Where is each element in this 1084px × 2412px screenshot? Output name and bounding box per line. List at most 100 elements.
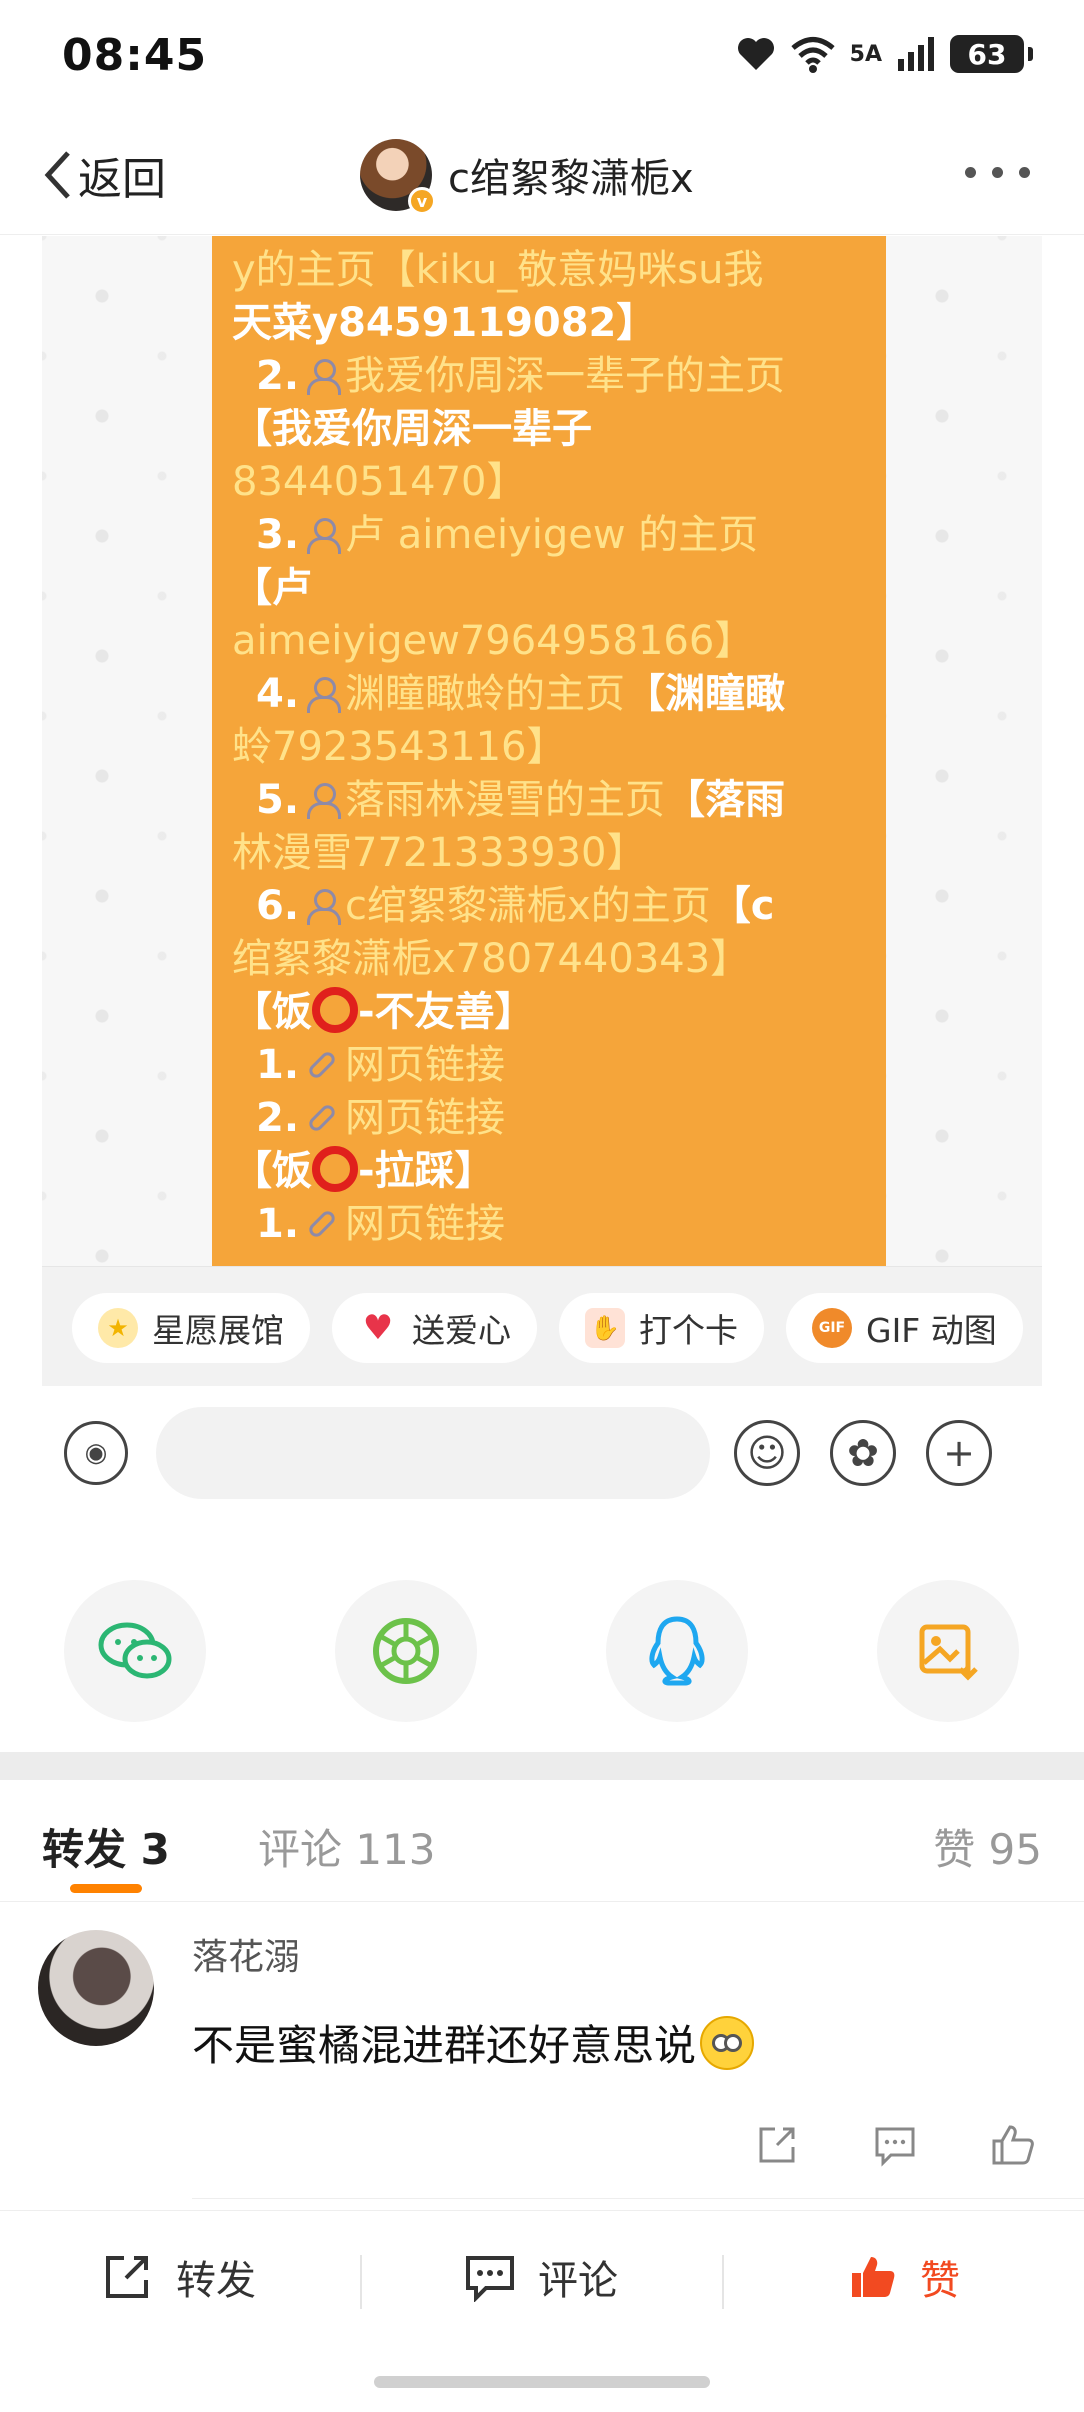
thumbs-up-icon (852, 2257, 895, 2297)
image-line: 蛉7923543116】 (232, 721, 864, 774)
active-tab-indicator (70, 1884, 142, 1893)
person-icon (305, 359, 342, 395)
nav-user[interactable]: v c绾絮黎潇栀x (360, 135, 694, 215)
image-line: 2. 网页链接 (232, 1092, 864, 1145)
item-number: 2. (256, 353, 300, 399)
image-line-tail: 【渊瞳瞰 (625, 671, 786, 717)
red-circle-icon (312, 1146, 358, 1192)
item-number: 1. (256, 1042, 300, 1088)
battery-indicator: 63 (950, 35, 1033, 73)
comment-icon (875, 2127, 915, 2167)
image-line: 3. 卢 aimeiyigew 的主页 (232, 509, 864, 562)
bottom-action-bar: 转发 评论 赞 (0, 2210, 1084, 2350)
share-qq-button[interactable] (606, 1580, 748, 1722)
section-suffix: -不友善】 (358, 989, 535, 1035)
image-input-bar: ◉ ☺ ✿ + (42, 1386, 1042, 1520)
tab-like[interactable]: 赞 95 (933, 1816, 1042, 1877)
image-line-link: 8344051470】 (232, 459, 527, 505)
share-wechat-button[interactable] (64, 1580, 206, 1722)
image-line: 绾絮黎潇栀x7807440343】 (232, 933, 864, 986)
image-line: 6. c绾絮黎潇栀x的主页【c (232, 880, 864, 933)
image-input-field (156, 1407, 710, 1499)
chip-checkin[interactable]: ✋ 打个卡 (559, 1293, 764, 1363)
status-bar: 08:45 5A 63 (0, 0, 1084, 110)
item-number: 4. (256, 671, 300, 717)
more-icon[interactable] (965, 167, 1030, 178)
heart-status-icon (737, 38, 774, 70)
image-line-link: 蛉7923543116】 (232, 724, 567, 770)
image-line: 天菜y8459119082】 (232, 300, 657, 346)
image-line: 1. 网页链接 (232, 1039, 864, 1092)
post-image-card[interactable]: y的主页【kiku_敬意妈咪su我 天菜y8459119082】 2. 我爱你周深… (42, 236, 1042, 1520)
emoji-icon: ☺ (734, 1420, 800, 1486)
checkin-icon: ✋ (585, 1308, 625, 1348)
image-line: 【卢 (232, 565, 312, 611)
comment-text: 不是蜜橘混进群还好意思说 (192, 2012, 755, 2073)
avatar[interactable]: v (360, 139, 436, 215)
reply-comment-button[interactable] (872, 2122, 918, 2168)
back-button[interactable]: 返回 (40, 145, 166, 205)
image-line-link: 网页链接 (345, 1095, 506, 1141)
tab-comment[interactable]: 评论 113 (258, 1816, 436, 1877)
image-line-link: 网页链接 (345, 1201, 506, 1247)
thumbs-up-icon (992, 2125, 1034, 2165)
chip-gif[interactable]: GIF GIF 动图 (786, 1293, 1023, 1363)
item-number: 1. (256, 1201, 300, 1247)
red-circle-icon (312, 987, 358, 1033)
image-line: 【饭 -不友善】 (232, 986, 864, 1039)
comment-label: 评论 (538, 2258, 618, 2304)
sticker-icon: ✿ (830, 1420, 896, 1486)
bar-divider (722, 2255, 724, 2309)
star-icon: ★ (98, 1308, 138, 1348)
voice-icon: ◉ (64, 1421, 128, 1485)
chip-star-gallery[interactable]: ★ 星愿展馆 (72, 1293, 310, 1363)
item-number: 5. (256, 777, 300, 823)
post-image: y的主页【kiku_敬意妈咪su我 天菜y8459119082】 2. 我爱你周深… (212, 236, 886, 1266)
plus-icon: + (926, 1420, 992, 1486)
status-time: 08:45 (62, 30, 208, 81)
home-indicator[interactable] (374, 2376, 710, 2388)
image-line: 1. 网页链接 (232, 1198, 864, 1251)
gif-icon: GIF (812, 1308, 852, 1348)
comment-icon (466, 2256, 514, 2302)
image-line-link: 网页链接 (345, 1042, 506, 1088)
comment-button[interactable]: 评论 (464, 2247, 618, 2307)
heart-icon: ♥ (362, 1308, 394, 1348)
comment-username[interactable]: 落花溺 (192, 1928, 300, 1980)
image-line-link: 林漫雪7721333930】 (232, 830, 647, 876)
verified-badge-icon: v (408, 187, 436, 215)
chip-row: ★ 星愿展馆 ♥ 送爱心 ✋ 打个卡 GIF GIF 动图 (42, 1266, 1042, 1386)
back-label: 返回 (78, 154, 166, 205)
section-suffix: -拉踩】 (358, 1148, 495, 1194)
person-icon (305, 783, 342, 819)
repost-comment-button[interactable] (754, 2122, 800, 2168)
image-line-tail: 【c (710, 883, 775, 929)
image-line: 5. 落雨林漫雪的主页【落雨 (232, 774, 864, 827)
share-moments-button[interactable] (335, 1580, 477, 1722)
forward-button[interactable]: 转发 (102, 2247, 256, 2307)
image-line-link: c绾絮黎潇栀x的主页 (345, 883, 711, 929)
interaction-tabs: 转发 3 评论 113 赞 95 (0, 1780, 1084, 1902)
chevron-left-icon (44, 151, 70, 199)
image-line-link: 我爱你周深一辈子的主页 (345, 353, 786, 399)
share-row (0, 1580, 1084, 1722)
link-icon (306, 1208, 338, 1240)
person-icon (305, 889, 342, 925)
list-item: 落花溺 不是蜜橘混进群还好意思说 (0, 1902, 1084, 2202)
image-line-link: 卢 aimeiyigew 的主页 (345, 512, 759, 558)
chip-label: 送爱心 (412, 1311, 511, 1350)
status-icons: 5A 63 (736, 32, 1033, 76)
save-image-button[interactable] (877, 1580, 1019, 1722)
like-button[interactable]: 赞 (848, 2247, 960, 2307)
image-line-link: y的主页【kiku_敬意妈咪su我 (232, 247, 764, 293)
nav-title: c绾絮黎潇栀x (448, 156, 694, 202)
chip-label: 星愿展馆 (152, 1311, 284, 1350)
chip-send-love[interactable]: ♥ 送爱心 (332, 1293, 537, 1363)
image-line-tail: 【落雨 (665, 777, 786, 823)
comment-actions (754, 2122, 1036, 2168)
avatar[interactable] (38, 1930, 154, 2046)
like-comment-button[interactable] (990, 2122, 1036, 2168)
tab-forward[interactable]: 转发 3 (42, 1816, 170, 1877)
image-line: 【饭 -拉踩】 (232, 1145, 864, 1198)
section-prefix: 【饭 (232, 989, 312, 1035)
